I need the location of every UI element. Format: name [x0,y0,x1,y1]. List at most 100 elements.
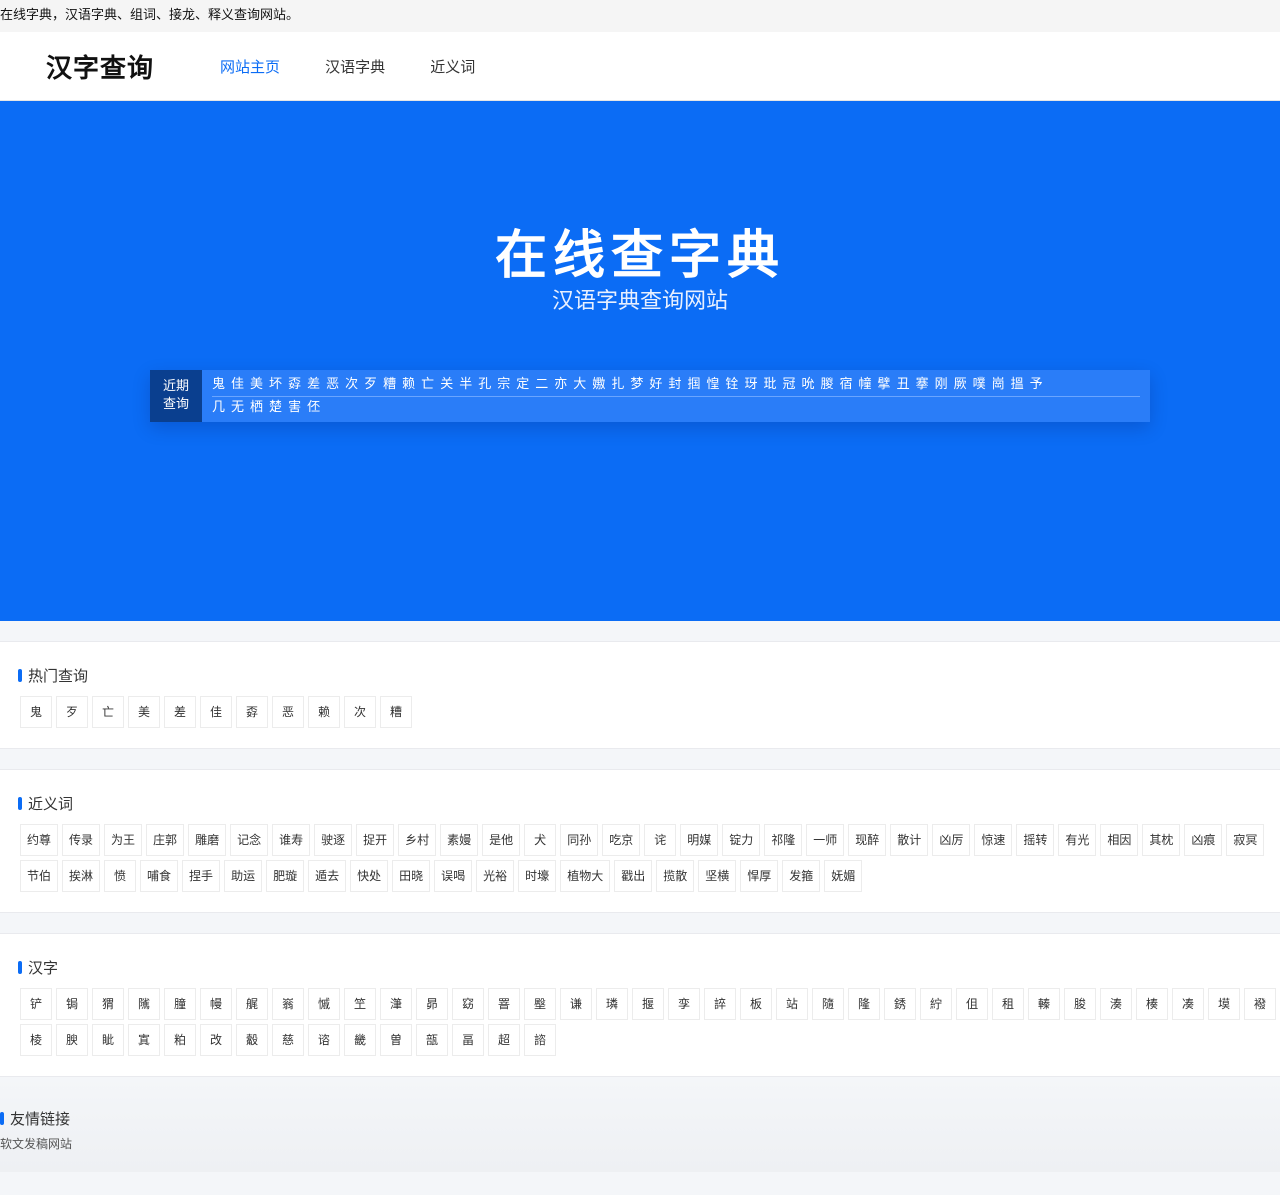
synonym-item[interactable]: 节伯 [20,860,59,892]
hanzi-item[interactable]: 孪 [668,988,700,1020]
recent-query-char[interactable]: 楚 [269,397,282,419]
recent-query-char[interactable]: 几 [212,397,225,419]
synonym-item[interactable]: 妩媚 [824,860,863,892]
recent-query-char[interactable]: 亦 [554,374,567,396]
hanzi-item[interactable]: 隆 [848,988,880,1020]
hot-query-item[interactable]: 歹 [56,696,88,728]
hanzi-item[interactable]: 朣 [164,988,196,1020]
hanzi-item[interactable]: 棱 [20,1024,52,1056]
hanzi-item[interactable]: 轃 [1028,988,1060,1020]
synonym-item[interactable]: 雕磨 [188,824,227,856]
nav-synonyms-link[interactable]: 近义词 [430,56,475,77]
hanzi-item[interactable]: 罯 [488,988,520,1020]
hot-query-item[interactable]: 佳 [200,696,232,728]
synonym-item[interactable]: 素嫚 [440,824,479,856]
hanzi-item[interactable]: 銹 [884,988,916,1020]
recent-query-char[interactable]: 栖 [250,397,263,419]
synonym-item[interactable]: 其枕 [1142,824,1181,856]
synonym-item[interactable]: 传录 [62,824,101,856]
recent-query-char[interactable]: 宿 [840,374,853,396]
hanzi-item[interactable]: 畿 [344,1024,376,1056]
recent-query-char[interactable]: 搵 [1011,374,1024,396]
synonym-item[interactable]: 散计 [890,824,929,856]
recent-query-char[interactable]: 糟 [383,374,396,396]
synonym-item[interactable]: 误喝 [434,860,473,892]
synonym-item[interactable]: 植物大 [560,860,611,892]
synonym-item[interactable]: 约尊 [20,824,59,856]
hanzi-item[interactable]: 塻 [1208,988,1240,1020]
synonym-item[interactable]: 田晓 [392,860,431,892]
hot-query-item[interactable]: 恶 [272,696,304,728]
recent-query-char[interactable]: 梦 [630,374,643,396]
synonym-item[interactable]: 时壕 [518,860,557,892]
hanzi-item[interactable]: 朘 [1064,988,1096,1020]
recent-query-char[interactable]: 孬 [288,374,301,396]
hanzi-item[interactable]: 窈 [452,988,484,1020]
synonym-item[interactable]: 发箍 [782,860,821,892]
synonym-item[interactable]: 现醉 [848,824,887,856]
hanzi-item[interactable]: 艉 [236,988,268,1020]
synonym-item[interactable]: 悍厚 [740,860,779,892]
recent-query-char[interactable]: 大 [573,374,586,396]
hanzi-item[interactable]: 谘 [308,1024,340,1056]
hanzi-item[interactable]: 眦 [92,1024,124,1056]
hot-query-item[interactable]: 孬 [236,696,268,728]
recent-query-char[interactable]: 恶 [326,374,339,396]
synonym-item[interactable]: 诧 [644,824,677,856]
hanzi-item[interactable]: 畐 [452,1024,484,1056]
recent-query-char[interactable]: 歹 [364,374,377,396]
recent-query-char[interactable]: 好 [649,374,662,396]
synonym-item[interactable]: 肥璇 [266,860,305,892]
nav-home-link[interactable]: 网站主页 [220,56,280,77]
hanzi-item[interactable]: 幔 [200,988,232,1020]
recent-query-char[interactable]: 佳 [231,374,244,396]
recent-query-char[interactable]: 美 [250,374,263,396]
hanzi-item[interactable]: 楱 [1136,988,1168,1020]
recent-query-char[interactable]: 半 [459,374,472,396]
synonym-item[interactable]: 乡村 [398,824,437,856]
hanzi-item[interactable]: 璘 [596,988,628,1020]
synonym-item[interactable]: 犬 [524,824,557,856]
recent-query-char[interactable]: 崗 [992,374,1005,396]
hanzi-item[interactable]: 铲 [20,988,52,1020]
recent-query-char[interactable]: 吮 [801,374,814,396]
synonym-item[interactable]: 凶痕 [1184,824,1223,856]
recent-query-char[interactable]: 封 [668,374,681,396]
hanzi-item[interactable]: 猬 [92,988,124,1020]
recent-query-char[interactable]: 鬼 [212,374,225,396]
synonym-item[interactable]: 驶逐 [314,824,353,856]
hanzi-item[interactable]: 超 [488,1024,520,1056]
synonym-item[interactable]: 摇转 [1016,824,1055,856]
synonym-item[interactable]: 为王 [104,824,143,856]
recent-query-char[interactable]: 刚 [935,374,948,396]
nav-dictionary-link[interactable]: 汉语字典 [325,56,385,77]
recent-query-char[interactable]: 关 [440,374,453,396]
synonym-item[interactable]: 光裕 [476,860,515,892]
hanzi-item[interactable]: 凑 [1172,988,1204,1020]
hanzi-item[interactable]: 粕 [164,1024,196,1056]
recent-query-char[interactable]: 无 [231,397,244,419]
synonym-item[interactable]: 捏手 [182,860,221,892]
synonym-item[interactable]: 锭力 [722,824,761,856]
recent-query-char[interactable]: 冠 [782,374,795,396]
hanzi-item[interactable]: 伹 [956,988,988,1020]
synonym-item[interactable]: 遁去 [308,860,347,892]
hanzi-item[interactable]: 慈 [272,1024,304,1056]
recent-query-char[interactable]: 赖 [402,374,415,396]
recent-query-char[interactable]: 幢 [859,374,872,396]
recent-query-char[interactable]: 害 [288,397,301,419]
hot-query-item[interactable]: 亡 [92,696,124,728]
recent-query-char[interactable]: 二 [535,374,548,396]
hanzi-item[interactable]: 板 [740,988,772,1020]
recent-query-char[interactable]: 搴 [916,374,929,396]
synonym-item[interactable]: 有光 [1058,824,1097,856]
synonym-item[interactable]: 助运 [224,860,263,892]
synonym-item[interactable]: 愤 [104,860,137,892]
recent-query-char[interactable]: 惶 [706,374,719,396]
hot-query-item[interactable]: 差 [164,696,196,728]
hanzi-item[interactable]: 站 [776,988,808,1020]
hanzi-item[interactable]: 租 [992,988,1024,1020]
recent-query-char[interactable]: 宗 [497,374,510,396]
hanzi-item[interactable]: 瓿 [416,1024,448,1056]
recent-query-char[interactable]: 嫐 [592,374,605,396]
